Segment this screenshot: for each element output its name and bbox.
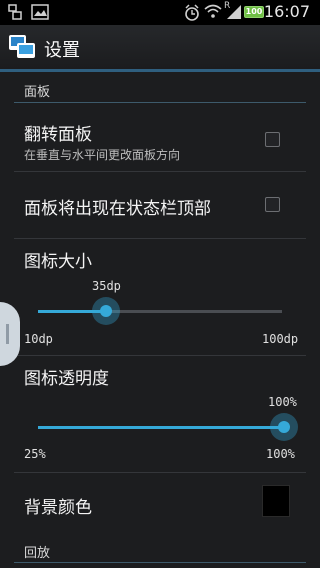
multiwindow-icon bbox=[8, 4, 22, 20]
pref-icon-opacity: 图标透明度 100% 25% 100% bbox=[0, 356, 320, 472]
pref-bg-color[interactable]: 背景颜色 bbox=[0, 473, 320, 533]
pref-flip-panel-title: 翻转面板 bbox=[24, 125, 92, 145]
section-header-panel: 面板 bbox=[24, 85, 51, 100]
section-rule bbox=[14, 562, 306, 563]
icon-opacity-max-label: 100% bbox=[266, 447, 295, 461]
pref-icon-size: 图标大小 35dp 10dp 100dp bbox=[0, 239, 320, 355]
icon-opacity-slider-thumb[interactable] bbox=[270, 413, 298, 441]
signal-icon bbox=[227, 5, 241, 19]
alarm-icon bbox=[185, 4, 199, 21]
icon-size-max-label: 100dp bbox=[262, 332, 299, 346]
pref-panel-top[interactable]: 面板将出现在状态栏顶部 bbox=[0, 172, 320, 238]
pref-flip-panel[interactable]: 翻转面板 在垂直与水平间更改面板方向 bbox=[0, 103, 320, 171]
icon-opacity-progress bbox=[38, 426, 284, 429]
section-header-playback: 回放 bbox=[24, 546, 51, 561]
settings-list: 面板 翻转面板 在垂直与水平间更改面板方向 面板将出现在状态栏顶部 图标大小 3… bbox=[0, 72, 320, 568]
icon-opacity-min-label: 25% bbox=[24, 447, 46, 461]
status-bar: R 100 16:07 bbox=[0, 0, 320, 25]
gallery-icon bbox=[31, 4, 49, 20]
pref-flip-panel-summary: 在垂直与水平间更改面板方向 bbox=[24, 148, 181, 162]
flip-panel-checkbox[interactable] bbox=[265, 132, 280, 147]
panel-top-checkbox[interactable] bbox=[265, 197, 280, 212]
app-icon[interactable] bbox=[8, 33, 36, 61]
icon-size-value: 35dp bbox=[92, 279, 121, 293]
pref-icon-opacity-title: 图标透明度 bbox=[24, 369, 109, 389]
edge-panel-handle[interactable] bbox=[0, 302, 20, 366]
status-time: 16:07 bbox=[263, 2, 310, 21]
icon-size-min-label: 10dp bbox=[24, 332, 53, 346]
pref-bg-color-title: 背景颜色 bbox=[24, 498, 92, 518]
page-title: 设置 bbox=[44, 40, 80, 61]
pref-panel-top-title: 面板将出现在状态栏顶部 bbox=[24, 199, 211, 219]
icon-size-slider-thumb[interactable] bbox=[92, 297, 120, 325]
battery-icon: 100 bbox=[244, 6, 264, 18]
pref-icon-size-title: 图标大小 bbox=[24, 252, 92, 272]
action-bar: 设置 bbox=[0, 25, 320, 69]
bg-color-swatch[interactable] bbox=[262, 485, 290, 517]
wifi-icon bbox=[204, 4, 222, 18]
icon-opacity-value: 100% bbox=[268, 395, 297, 409]
